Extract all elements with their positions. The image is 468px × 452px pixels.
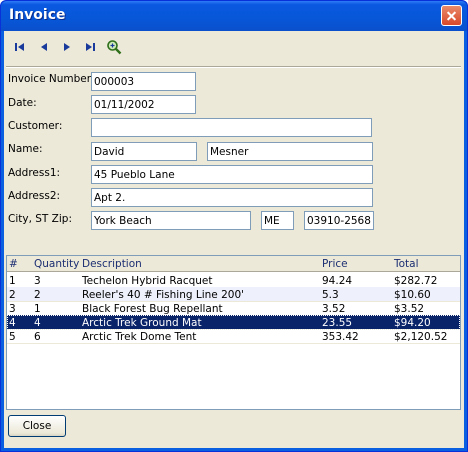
title-bar[interactable]: Invoice xyxy=(1,1,467,31)
close-button[interactable]: Close xyxy=(8,415,66,437)
customer-field[interactable] xyxy=(91,118,372,137)
row-price: 5.3 xyxy=(322,289,339,301)
column-header-description[interactable]: Description xyxy=(82,258,142,270)
previous-record-icon[interactable] xyxy=(36,39,52,55)
row-number: 4 xyxy=(9,317,16,329)
line-items-grid[interactable]: # Quantity Description Price Total 1 3 T… xyxy=(6,255,461,410)
row-quantity: 4 xyxy=(34,317,41,329)
invoice-number-field[interactable]: 000003 xyxy=(91,72,196,91)
grid-header: # Quantity Description Price Total xyxy=(7,256,460,272)
row-description: Arctic Trek Ground Mat xyxy=(82,317,202,329)
row-price: 23.55 xyxy=(322,317,353,329)
invoice-number-label: Invoice Number: xyxy=(8,73,95,85)
table-row[interactable]: 3 1 Black Forest Bug Repellant 3.52 $3.5… xyxy=(7,301,460,316)
address1-field[interactable]: 45 Pueblo Lane xyxy=(91,165,373,184)
first-record-icon[interactable] xyxy=(12,39,28,55)
window-client-area: Invoice Number: 000003 Date: 01/11/2002 … xyxy=(4,31,464,448)
zip-field[interactable]: 03910-2568 xyxy=(304,211,374,230)
name-label: Name: xyxy=(8,143,43,155)
row-number: 2 xyxy=(9,289,16,301)
row-price: 94.24 xyxy=(322,275,353,287)
window-close-button[interactable] xyxy=(441,5,462,26)
table-row[interactable]: 1 3 Techelon Hybrid Racquet 94.24 $282.7… xyxy=(7,273,460,288)
row-total: $94.20 xyxy=(394,317,431,329)
column-header-quantity[interactable]: Quantity xyxy=(34,258,79,270)
state-field[interactable]: ME xyxy=(261,211,294,230)
window-title: Invoice xyxy=(9,7,66,23)
row-description: Black Forest Bug Repellant xyxy=(82,303,223,315)
address2-label: Address2: xyxy=(8,190,61,202)
table-row[interactable]: 5 6 Arctic Trek Dome Tent 353.42 $2,120.… xyxy=(7,329,460,344)
date-field[interactable]: 01/11/2002 xyxy=(91,95,196,114)
last-record-icon[interactable] xyxy=(82,39,98,55)
row-number: 3 xyxy=(9,303,16,315)
search-icon[interactable] xyxy=(106,39,122,55)
row-total: $3.52 xyxy=(394,303,425,315)
row-total: $10.60 xyxy=(394,289,431,301)
row-quantity: 1 xyxy=(34,303,41,315)
column-header-number[interactable]: # xyxy=(9,258,18,270)
row-description: Reeler's 40 # Fishing Line 200' xyxy=(82,289,245,301)
row-quantity: 2 xyxy=(34,289,41,301)
city-field[interactable]: York Beach xyxy=(91,211,251,230)
column-header-total[interactable]: Total xyxy=(394,258,419,270)
row-number: 5 xyxy=(9,331,16,343)
address1-label: Address1: xyxy=(8,167,61,179)
table-row[interactable]: 2 2 Reeler's 40 # Fishing Line 200' 5.3 … xyxy=(7,287,460,302)
row-total: $282.72 xyxy=(394,275,438,287)
next-record-icon[interactable] xyxy=(59,39,75,55)
toolbar-separator xyxy=(6,66,461,68)
row-quantity: 6 xyxy=(34,331,41,343)
row-number: 1 xyxy=(9,275,16,287)
invoice-window: Invoice Invoice Number: 000003 Date: 01/… xyxy=(0,0,468,452)
customer-label: Customer: xyxy=(8,120,63,132)
selected-table-row[interactable]: 4 4 Arctic Trek Ground Mat 23.55 $94.20 xyxy=(7,315,460,330)
row-price: 3.52 xyxy=(322,303,346,315)
navigation-toolbar xyxy=(4,31,464,63)
row-description: Techelon Hybrid Racquet xyxy=(82,275,213,287)
row-price: 353.42 xyxy=(322,331,359,343)
column-header-price[interactable]: Price xyxy=(322,258,348,270)
city-state-zip-label: City, ST Zip: xyxy=(8,213,72,225)
address2-field[interactable]: Apt 2. xyxy=(91,188,373,207)
row-description: Arctic Trek Dome Tent xyxy=(82,331,197,343)
row-total: $2,120.52 xyxy=(394,331,448,343)
last-name-field[interactable]: Mesner xyxy=(207,142,373,161)
first-name-field[interactable]: David xyxy=(91,142,197,161)
date-label: Date: xyxy=(8,97,37,109)
row-quantity: 3 xyxy=(34,275,41,287)
